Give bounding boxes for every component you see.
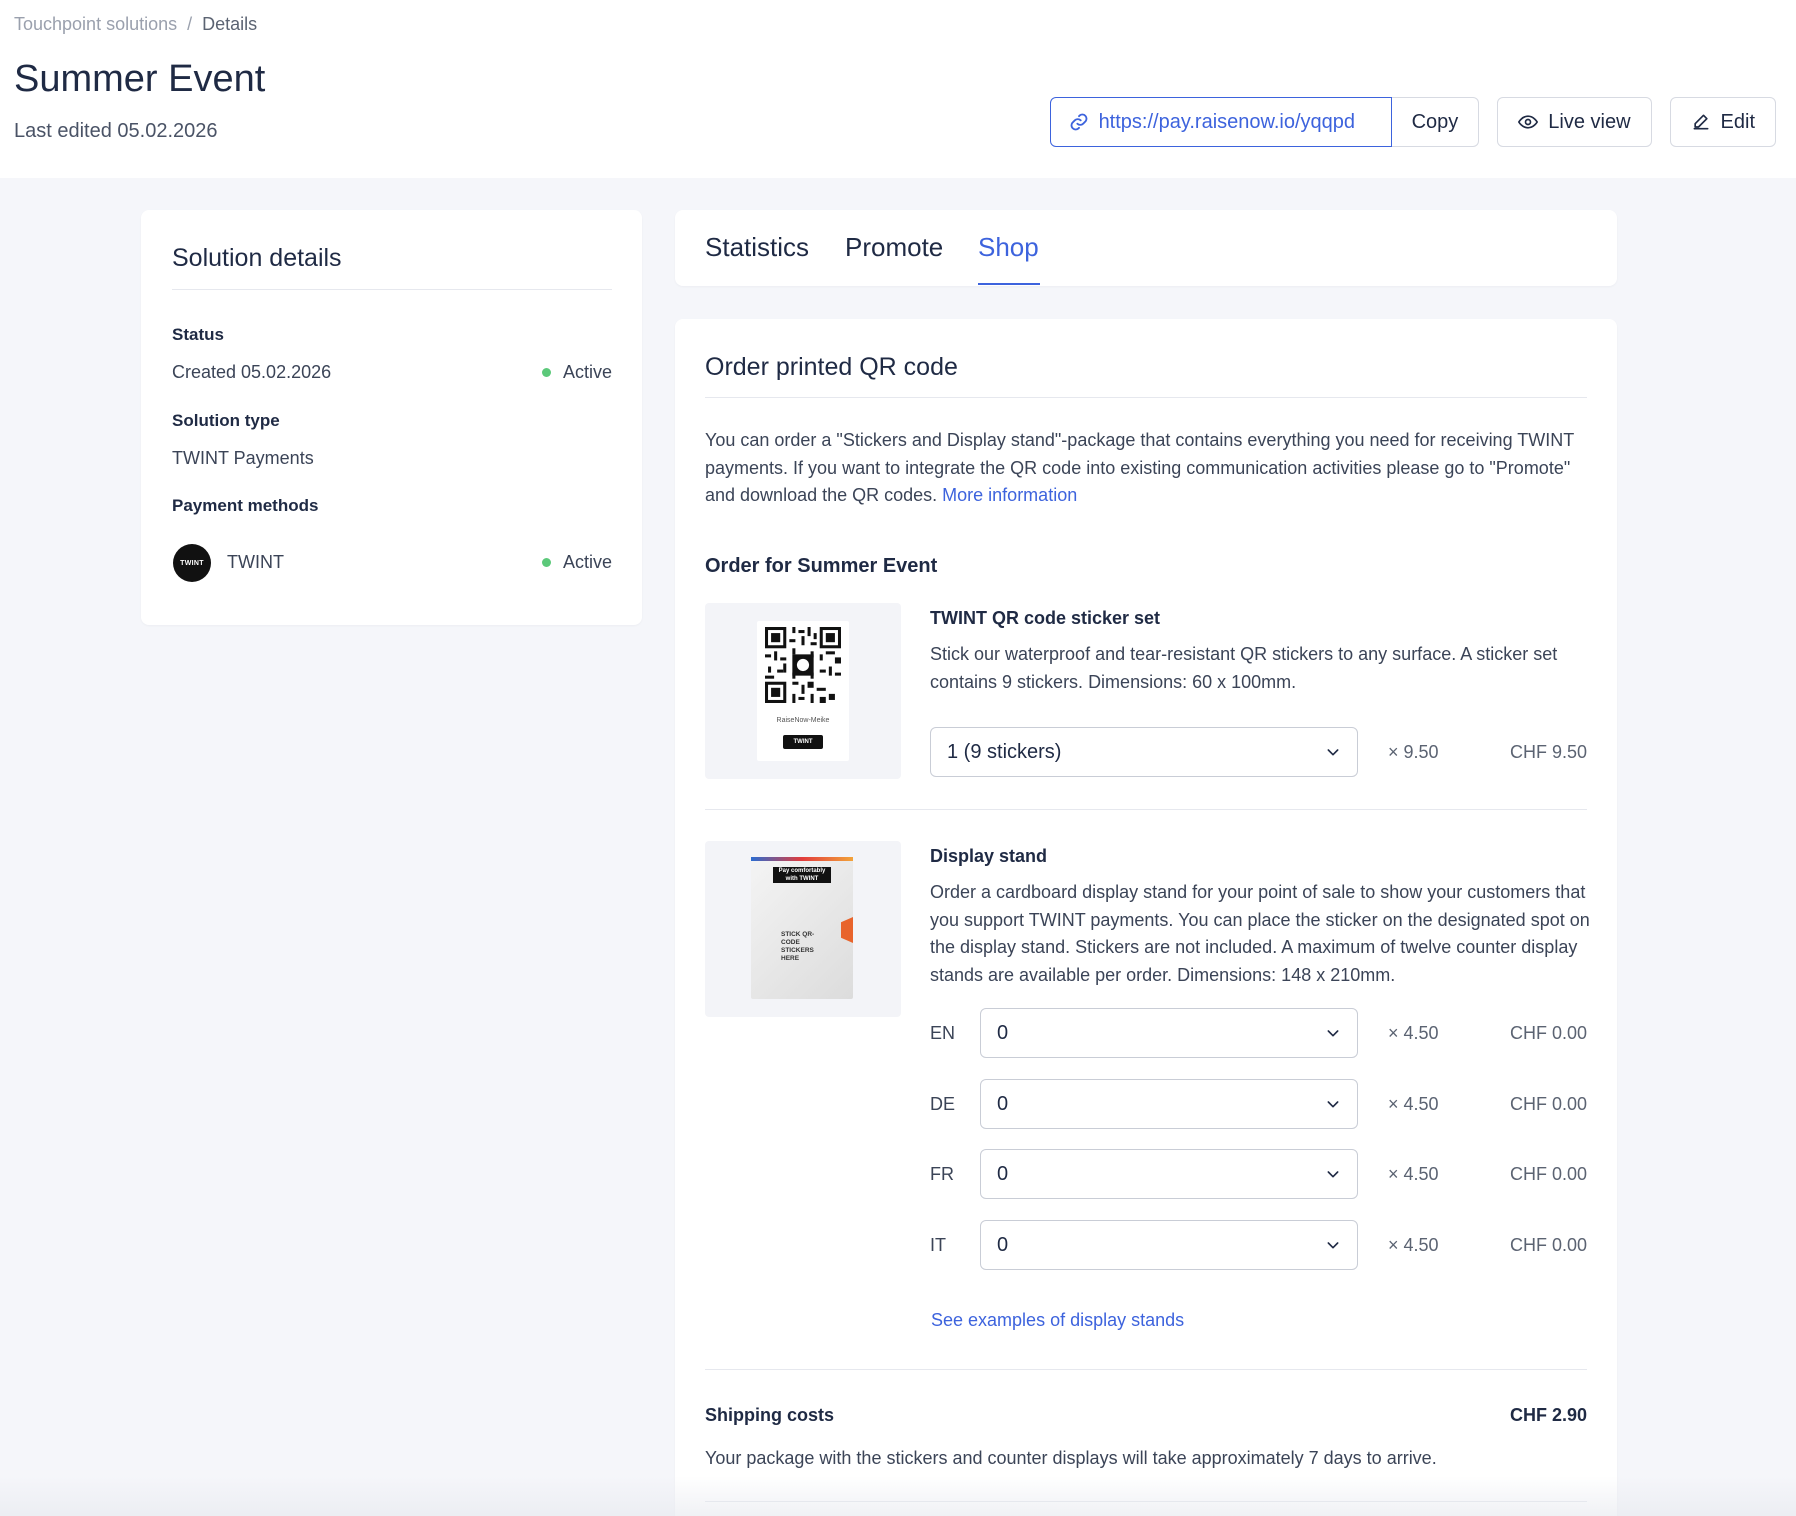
display-unit-price: × 4.50 bbox=[1388, 1023, 1439, 1043]
shop-intro-text: You can order a "Stickers and Display st… bbox=[705, 430, 1574, 505]
display-unit-price: × 4.50 bbox=[1388, 1094, 1439, 1114]
edit-label: Edit bbox=[1720, 110, 1755, 133]
solution-details-card: Solution details Status Created 05.02.20… bbox=[141, 210, 642, 625]
sticker-set-image: RaiseNow-Meike TWINT bbox=[705, 603, 901, 779]
sticker-card: RaiseNow-Meike TWINT bbox=[757, 621, 849, 761]
active-dot-icon bbox=[541, 558, 551, 567]
display-quantity-value: 0 bbox=[997, 1233, 1009, 1256]
solution-url-link[interactable]: https://pay.raisenow.io/yqqpd bbox=[1049, 97, 1392, 147]
display-quantity-select-fr[interactable]: 0 bbox=[980, 1149, 1358, 1199]
solution-url-text: https://pay.raisenow.io/yqqpd bbox=[1098, 110, 1356, 133]
sticker-unit-price: × 9.50 bbox=[1388, 742, 1439, 762]
display-stand-description: Order a cardboard display stand for your… bbox=[930, 882, 1590, 985]
pencil-icon bbox=[1691, 112, 1711, 132]
eye-icon bbox=[1518, 112, 1539, 132]
divider bbox=[705, 1369, 1587, 1370]
shipping-description: Your package with the stickers and count… bbox=[705, 1448, 1437, 1468]
breadcrumb: Touchpoint solutions / Details bbox=[14, 14, 257, 35]
payment-method-name: TWINT bbox=[227, 552, 284, 572]
display-stand-sticker-spot: STICK QR-CODE STICKERS HERE bbox=[781, 931, 815, 962]
breadcrumb-root-link[interactable]: Touchpoint solutions bbox=[14, 14, 177, 35]
display-quantity-value: 0 bbox=[997, 1092, 1009, 1115]
page-subtitle: Last edited 05.02.2026 bbox=[14, 120, 218, 142]
tab-active-underline bbox=[978, 283, 1040, 285]
display-quantity-value: 0 bbox=[997, 1162, 1009, 1185]
solution-details-title: Solution details bbox=[172, 244, 342, 272]
sticker-set-title: TWINT QR code sticker set bbox=[930, 608, 1161, 628]
display-unit-price: × 4.50 bbox=[1388, 1164, 1439, 1184]
header-actions: https://pay.raisenow.io/yqqpd Copy Live … bbox=[1049, 97, 1776, 147]
tabs-bar: Statistics Promote Shop bbox=[675, 210, 1617, 286]
sticker-twint-logo: TWINT bbox=[783, 735, 823, 749]
live-view-label: Live view bbox=[1548, 110, 1631, 133]
shop-intro: You can order a "Stickers and Display st… bbox=[705, 427, 1585, 510]
solution-type-label: Solution type bbox=[172, 411, 280, 430]
page-header: Touchpoint solutions / Details Summer Ev… bbox=[0, 0, 1796, 178]
payment-status-badge: Active bbox=[541, 552, 612, 573]
page-title: Summer Event bbox=[14, 58, 266, 100]
divider bbox=[705, 397, 1587, 398]
display-lang-fr-label: FR bbox=[930, 1164, 954, 1184]
display-unit-price: × 4.50 bbox=[1388, 1235, 1439, 1255]
twint-logo-icon: TWINT bbox=[173, 544, 211, 582]
breadcrumb-separator: / bbox=[187, 14, 193, 34]
display-stand-image: Pay comfortably with TWINT STICK QR-CODE… bbox=[705, 841, 901, 1017]
display-line-total: CHF 0.00 bbox=[1509, 1094, 1587, 1114]
shipping-costs-price: CHF 2.90 bbox=[1509, 1405, 1587, 1425]
payment-status-text: Active bbox=[562, 552, 612, 572]
status-label: Status bbox=[172, 325, 224, 344]
sticker-caption: RaiseNow-Meike bbox=[776, 717, 830, 724]
shop-card: Order printed QR code You can order a "S… bbox=[675, 319, 1617, 1516]
display-quantity-select-it[interactable]: 0 bbox=[980, 1220, 1358, 1270]
divider bbox=[705, 809, 1587, 810]
shipping-costs-label: Shipping costs bbox=[705, 1405, 835, 1425]
sticker-quantity-value: 1 (9 stickers) bbox=[947, 740, 1062, 763]
sticker-set-description: Stick our waterproof and tear-resistant … bbox=[930, 644, 1558, 692]
chevron-down-icon bbox=[1325, 1096, 1341, 1112]
solution-type-value: TWINT Payments bbox=[172, 448, 314, 468]
shop-title: Order printed QR code bbox=[705, 353, 958, 381]
display-stand-title: Display stand bbox=[930, 846, 1048, 866]
display-stand-illustration: Pay comfortably with TWINT STICK QR-CODE… bbox=[751, 857, 853, 999]
url-copy-group: https://pay.raisenow.io/yqqpd Copy bbox=[1049, 97, 1480, 147]
display-lang-it-label: IT bbox=[930, 1235, 946, 1255]
tab-promote[interactable]: Promote bbox=[845, 232, 943, 263]
sticker-quantity-select[interactable]: 1 (9 stickers) bbox=[930, 727, 1358, 777]
display-lang-de-label: DE bbox=[930, 1094, 956, 1114]
status-badge: Active bbox=[541, 362, 612, 383]
display-lang-en-label: EN bbox=[930, 1023, 956, 1043]
display-line-total: CHF 0.00 bbox=[1509, 1164, 1587, 1184]
order-title: Order for Summer Event bbox=[705, 555, 938, 577]
display-examples-link[interactable]: See examples of display stands bbox=[931, 1310, 1184, 1331]
link-icon bbox=[1069, 112, 1089, 132]
copy-url-button[interactable]: Copy bbox=[1391, 97, 1480, 147]
payment-methods-label: Payment methods bbox=[172, 496, 319, 515]
display-line-total: CHF 0.00 bbox=[1509, 1023, 1587, 1043]
display-line-total: CHF 0.00 bbox=[1509, 1235, 1587, 1255]
tab-shop[interactable]: Shop bbox=[978, 232, 1039, 263]
chevron-down-icon bbox=[1325, 1166, 1341, 1182]
sticker-line-total: CHF 9.50 bbox=[1509, 742, 1587, 762]
tab-statistics[interactable]: Statistics bbox=[705, 232, 809, 263]
edit-button[interactable]: Edit bbox=[1669, 97, 1776, 147]
more-information-link[interactable]: More information bbox=[942, 485, 1077, 505]
active-dot-icon bbox=[541, 368, 551, 377]
divider bbox=[705, 1501, 1587, 1502]
chevron-down-icon bbox=[1325, 1237, 1341, 1253]
display-quantity-value: 0 bbox=[997, 1021, 1009, 1044]
display-stand-accent bbox=[841, 917, 853, 943]
status-text: Active bbox=[562, 362, 612, 382]
display-stand-headline: Pay comfortably with TWINT bbox=[773, 867, 831, 883]
live-view-button[interactable]: Live view bbox=[1497, 97, 1652, 147]
qr-code-icon bbox=[765, 627, 841, 703]
display-quantity-select-de[interactable]: 0 bbox=[980, 1079, 1358, 1129]
chevron-down-icon bbox=[1325, 744, 1341, 760]
chevron-down-icon bbox=[1325, 1025, 1341, 1041]
display-quantity-select-en[interactable]: 0 bbox=[980, 1008, 1358, 1058]
display-stand-stripe bbox=[751, 857, 853, 861]
divider bbox=[172, 289, 612, 290]
breadcrumb-current: Details bbox=[202, 14, 258, 34]
created-date: Created 05.02.2026 bbox=[172, 362, 332, 382]
